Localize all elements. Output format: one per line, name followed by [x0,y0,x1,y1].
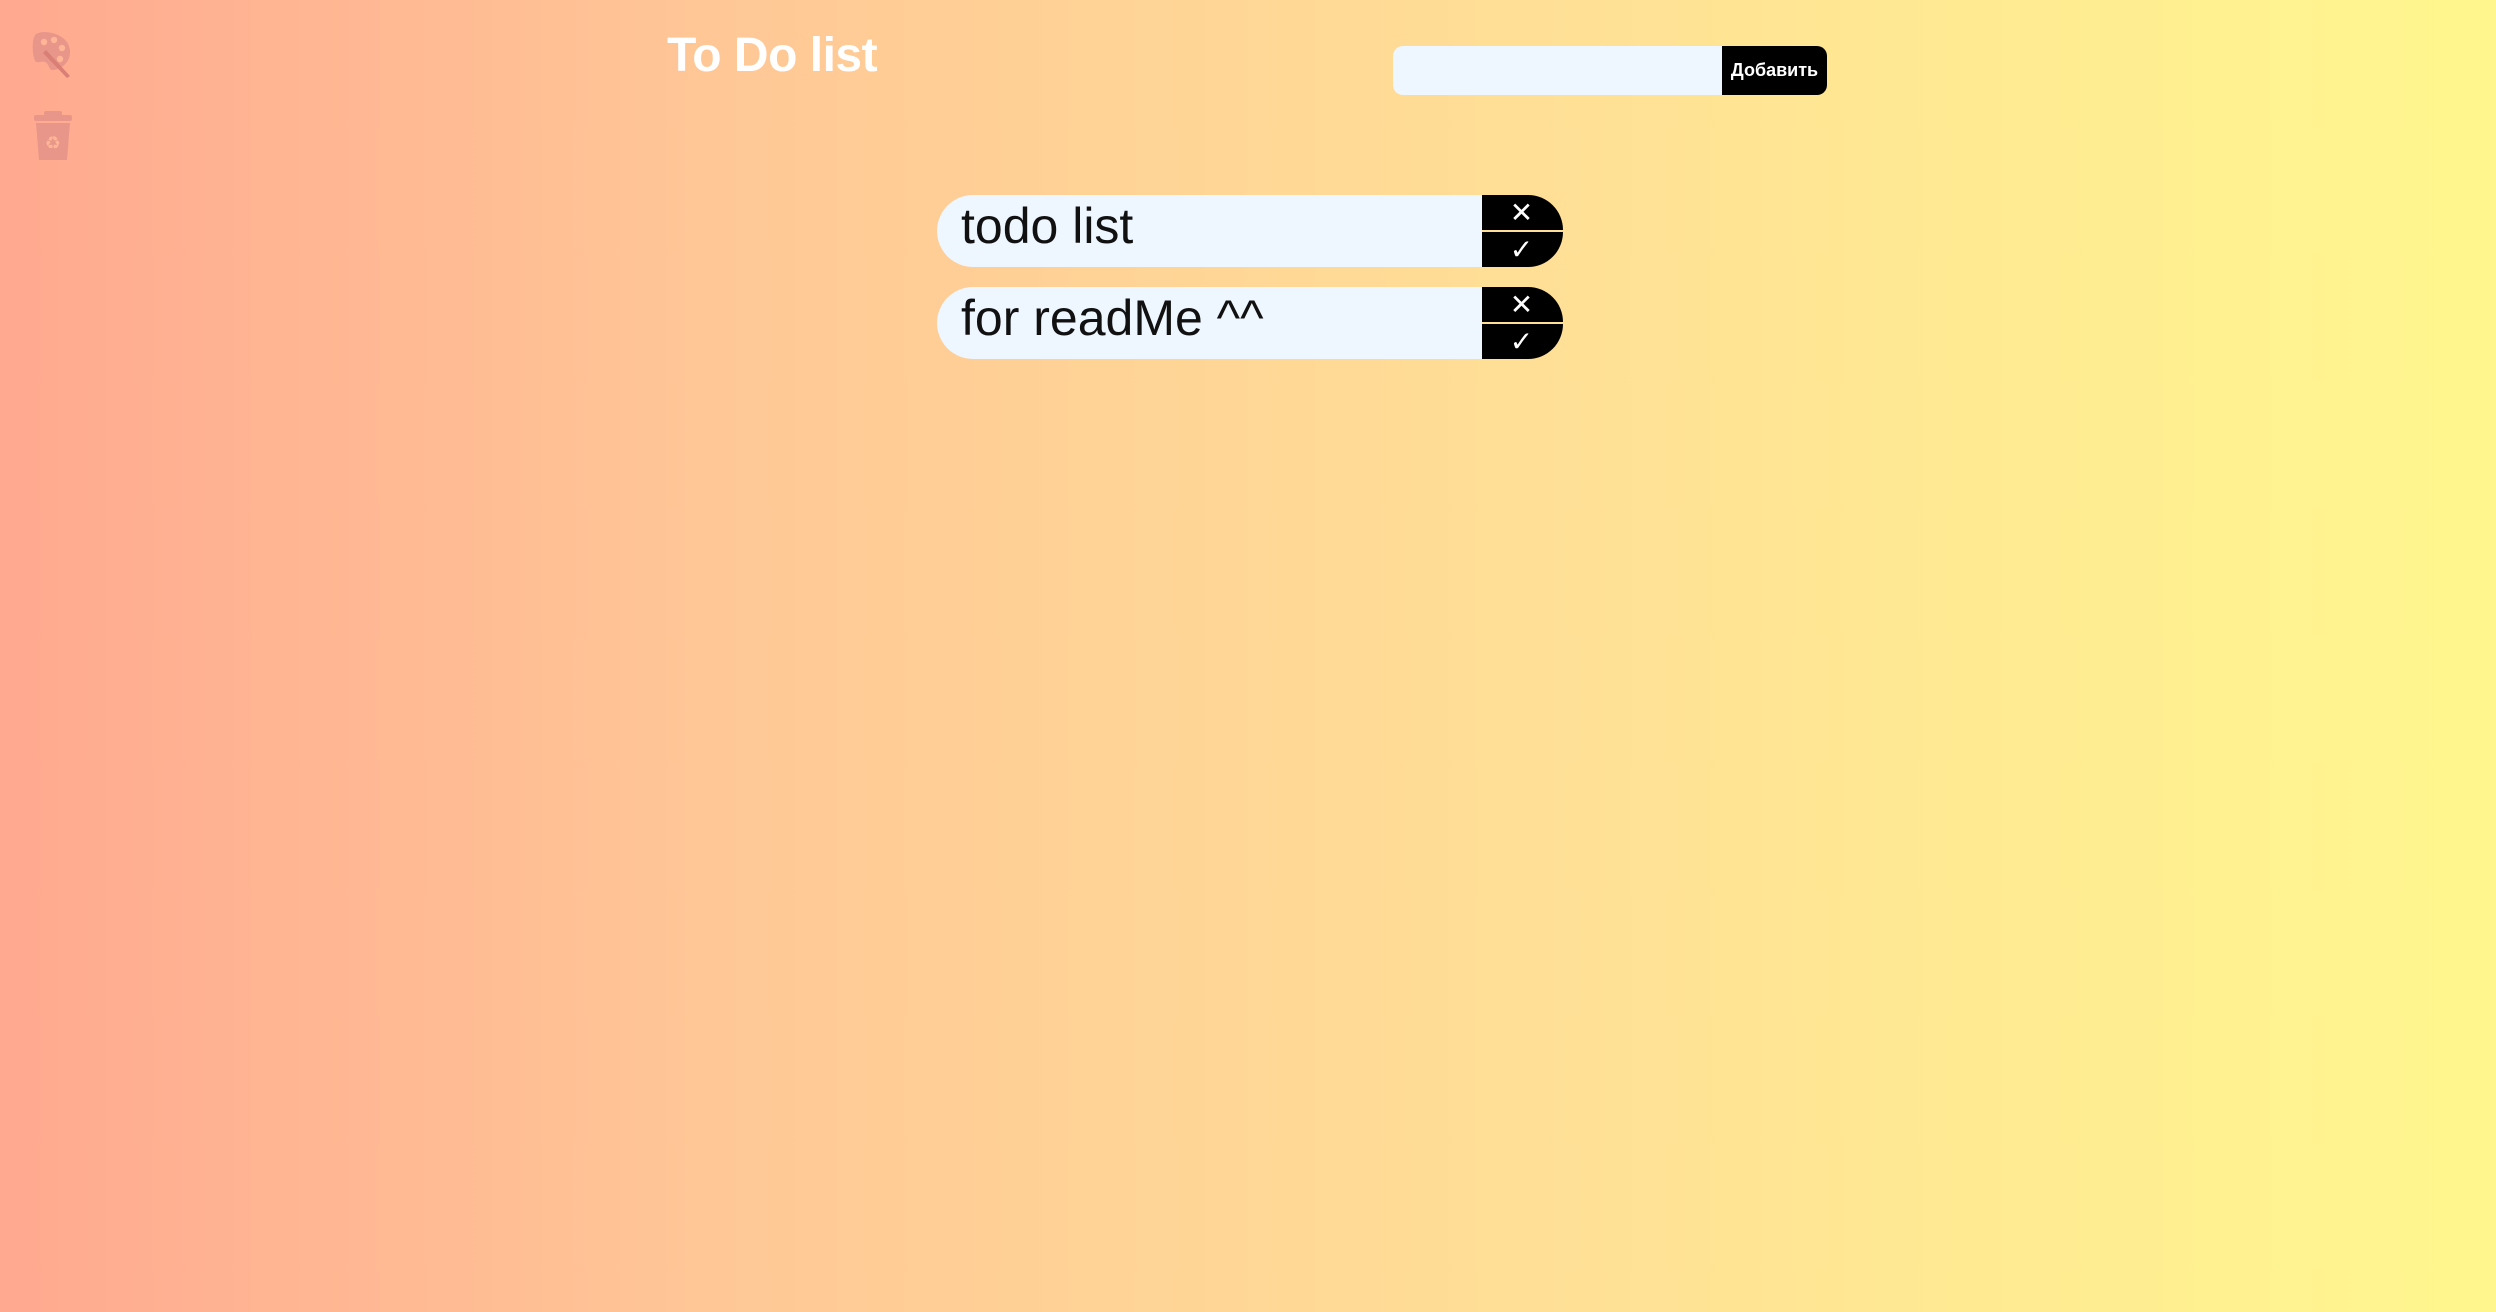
todo-list: todo list ✕ ✓ for readMe ^^ ✕ ✓ [937,195,1563,379]
complete-button[interactable]: ✓ [1482,232,1563,267]
delete-button[interactable]: ✕ [1482,195,1563,230]
page-title: To Do list [667,29,878,82]
complete-button[interactable]: ✓ [1482,324,1563,359]
todo-text: todo list [937,195,1482,267]
new-task-input[interactable] [1393,46,1723,95]
todo-item: for readMe ^^ ✕ ✓ [937,287,1563,359]
todo-actions: ✕ ✓ [1482,195,1563,267]
add-button[interactable]: Добавить [1722,46,1827,95]
todo-text: for readMe ^^ [937,287,1482,359]
svg-text:♻: ♻ [45,133,61,154]
delete-button[interactable]: ✕ [1482,287,1563,322]
todo-actions: ✕ ✓ [1482,287,1563,359]
todo-item: todo list ✕ ✓ [937,195,1563,267]
recycle-bin-icon[interactable]: ♻ [32,110,74,162]
palette-icon[interactable] [32,28,74,80]
